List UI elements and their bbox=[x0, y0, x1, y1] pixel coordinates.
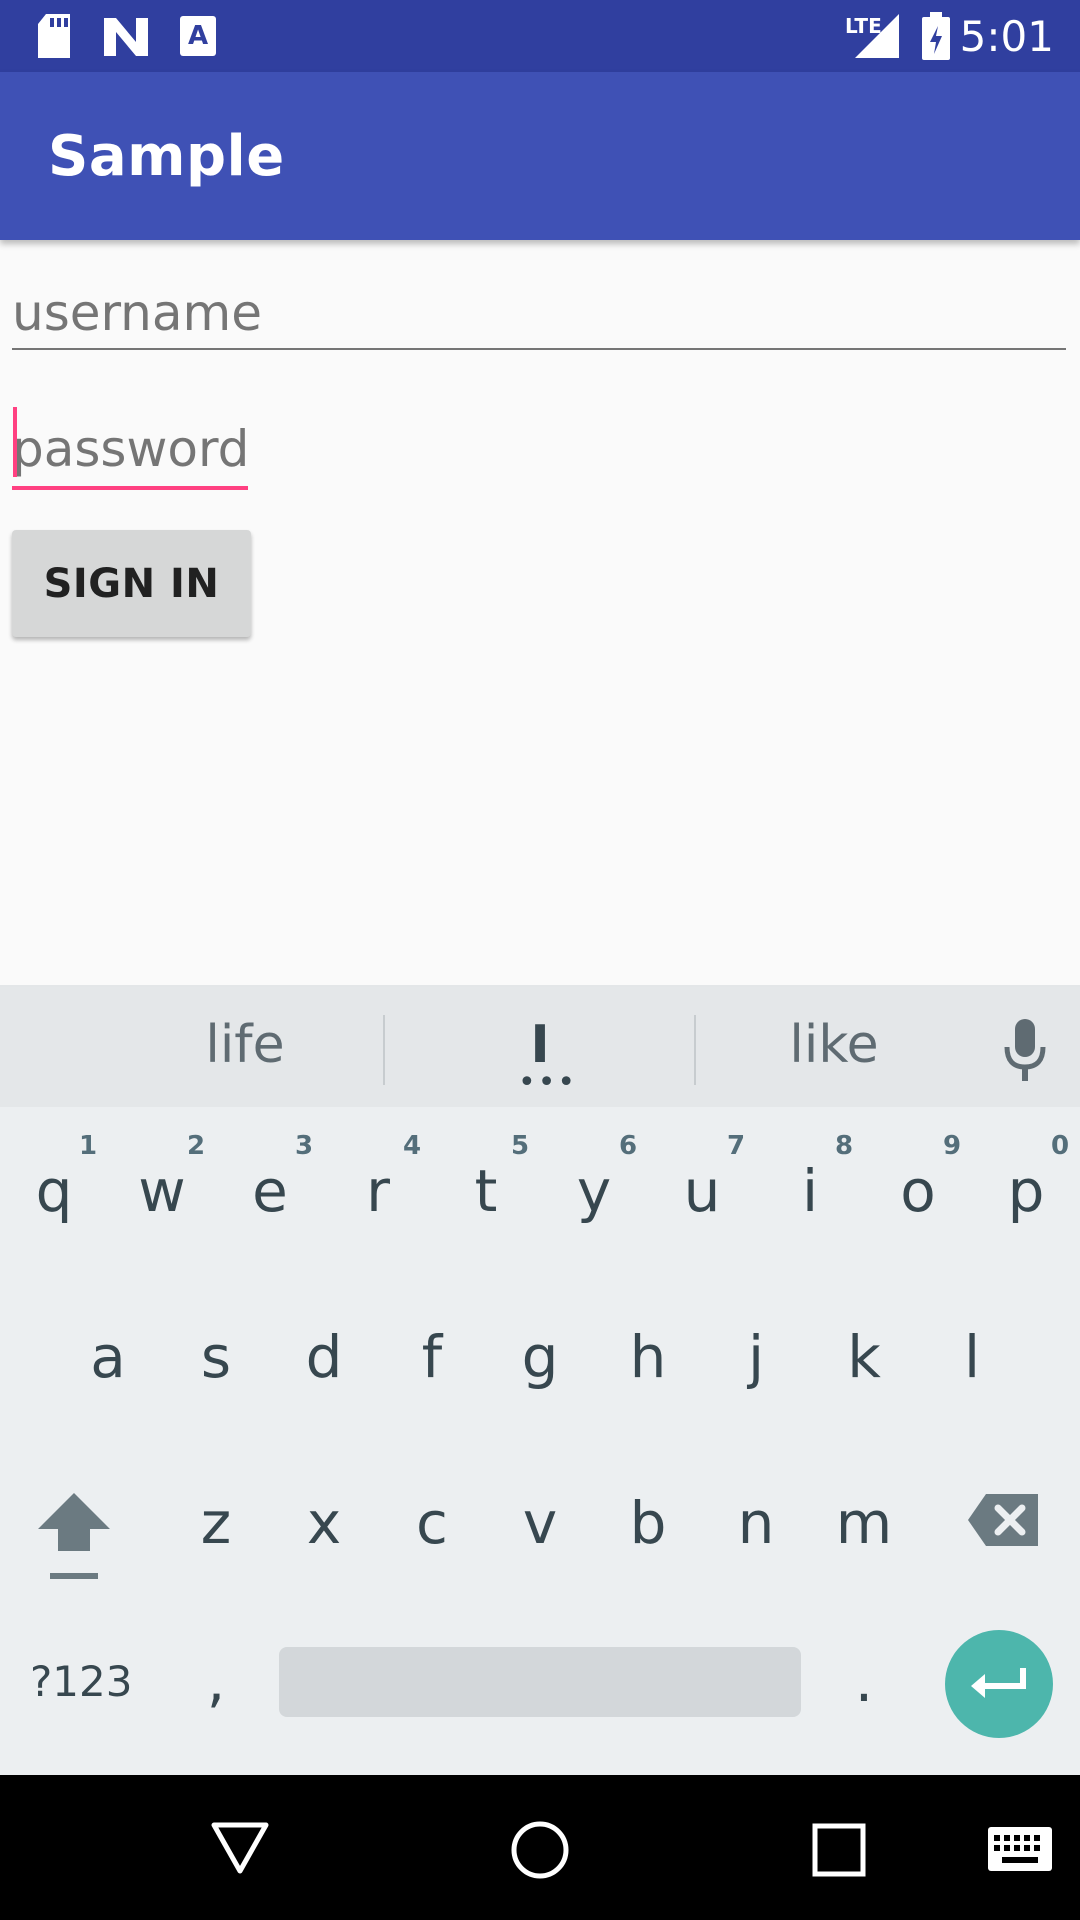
suggestion-life[interactable]: life bbox=[160, 1015, 330, 1075]
enter-button[interactable] bbox=[945, 1630, 1053, 1738]
key-v[interactable]: v bbox=[500, 1489, 580, 1557]
text-cursor bbox=[13, 407, 17, 477]
enter-icon bbox=[971, 1668, 1026, 1698]
microphone-icon[interactable] bbox=[1003, 1019, 1047, 1083]
more-suggestions-dots: ••• bbox=[518, 1065, 578, 1100]
key-m[interactable]: m bbox=[824, 1489, 904, 1557]
key-period[interactable]: . bbox=[824, 1647, 904, 1715]
suggestion-divider bbox=[694, 1015, 696, 1085]
key-b[interactable]: b bbox=[608, 1489, 688, 1557]
clock: 5:01 bbox=[959, 12, 1054, 61]
sign-in-button[interactable]: SIGN IN bbox=[12, 530, 251, 637]
key-d[interactable]: d bbox=[284, 1323, 364, 1391]
soft-keyboard: life I ••• like 1 2 3 4 5 6 7 8 9 0 q w … bbox=[0, 985, 1080, 1777]
sd-card-icon bbox=[38, 14, 70, 58]
home-icon[interactable] bbox=[510, 1820, 570, 1880]
key-s[interactable]: s bbox=[176, 1323, 256, 1391]
navigation-bar bbox=[0, 1775, 1080, 1920]
lte-signal-icon bbox=[855, 14, 899, 58]
n-logo-icon bbox=[104, 18, 148, 56]
key-j[interactable]: j bbox=[716, 1323, 796, 1391]
battery-charging-icon bbox=[922, 12, 950, 60]
key-q[interactable]: q bbox=[14, 1157, 94, 1225]
symbols-key[interactable]: ?123 bbox=[30, 1657, 132, 1706]
username-field[interactable] bbox=[12, 278, 1066, 350]
key-r[interactable]: r bbox=[338, 1157, 418, 1225]
space-bar[interactable] bbox=[279, 1647, 801, 1717]
status-bar: A LTE 5:01 bbox=[0, 0, 1080, 72]
key-y[interactable]: y bbox=[554, 1157, 634, 1225]
shift-icon[interactable] bbox=[36, 1489, 112, 1581]
svg-text:A: A bbox=[188, 21, 208, 51]
key-w[interactable]: w bbox=[122, 1157, 202, 1225]
app-bar: Sample bbox=[0, 72, 1080, 240]
key-z[interactable]: z bbox=[176, 1489, 256, 1557]
recents-icon[interactable] bbox=[812, 1823, 866, 1877]
key-comma[interactable]: , bbox=[176, 1647, 256, 1715]
password-field[interactable] bbox=[12, 412, 248, 490]
key-e[interactable]: e bbox=[230, 1157, 310, 1225]
app-title: Sample bbox=[48, 124, 285, 189]
suggestion-divider bbox=[383, 1015, 385, 1085]
key-t[interactable]: t bbox=[446, 1157, 526, 1225]
key-a[interactable]: a bbox=[68, 1323, 148, 1391]
key-u[interactable]: u bbox=[662, 1157, 742, 1225]
key-f[interactable]: f bbox=[392, 1323, 472, 1391]
backspace-icon[interactable] bbox=[968, 1492, 1040, 1548]
key-i[interactable]: i bbox=[770, 1157, 850, 1225]
key-l[interactable]: l bbox=[932, 1323, 1012, 1391]
keyboard-icon[interactable] bbox=[988, 1827, 1052, 1871]
key-g[interactable]: g bbox=[500, 1323, 580, 1391]
key-x[interactable]: x bbox=[284, 1489, 364, 1557]
key-o[interactable]: o bbox=[878, 1157, 958, 1225]
key-k[interactable]: k bbox=[824, 1323, 904, 1391]
back-icon[interactable] bbox=[210, 1821, 270, 1875]
key-c[interactable]: c bbox=[392, 1489, 472, 1557]
key-h[interactable]: h bbox=[608, 1323, 688, 1391]
suggestion-strip: life I ••• like bbox=[0, 987, 1080, 1107]
font-a-icon: A bbox=[180, 16, 216, 56]
key-p[interactable]: p bbox=[986, 1157, 1066, 1225]
suggestion-like[interactable]: like bbox=[754, 1015, 914, 1075]
key-n[interactable]: n bbox=[716, 1489, 796, 1557]
